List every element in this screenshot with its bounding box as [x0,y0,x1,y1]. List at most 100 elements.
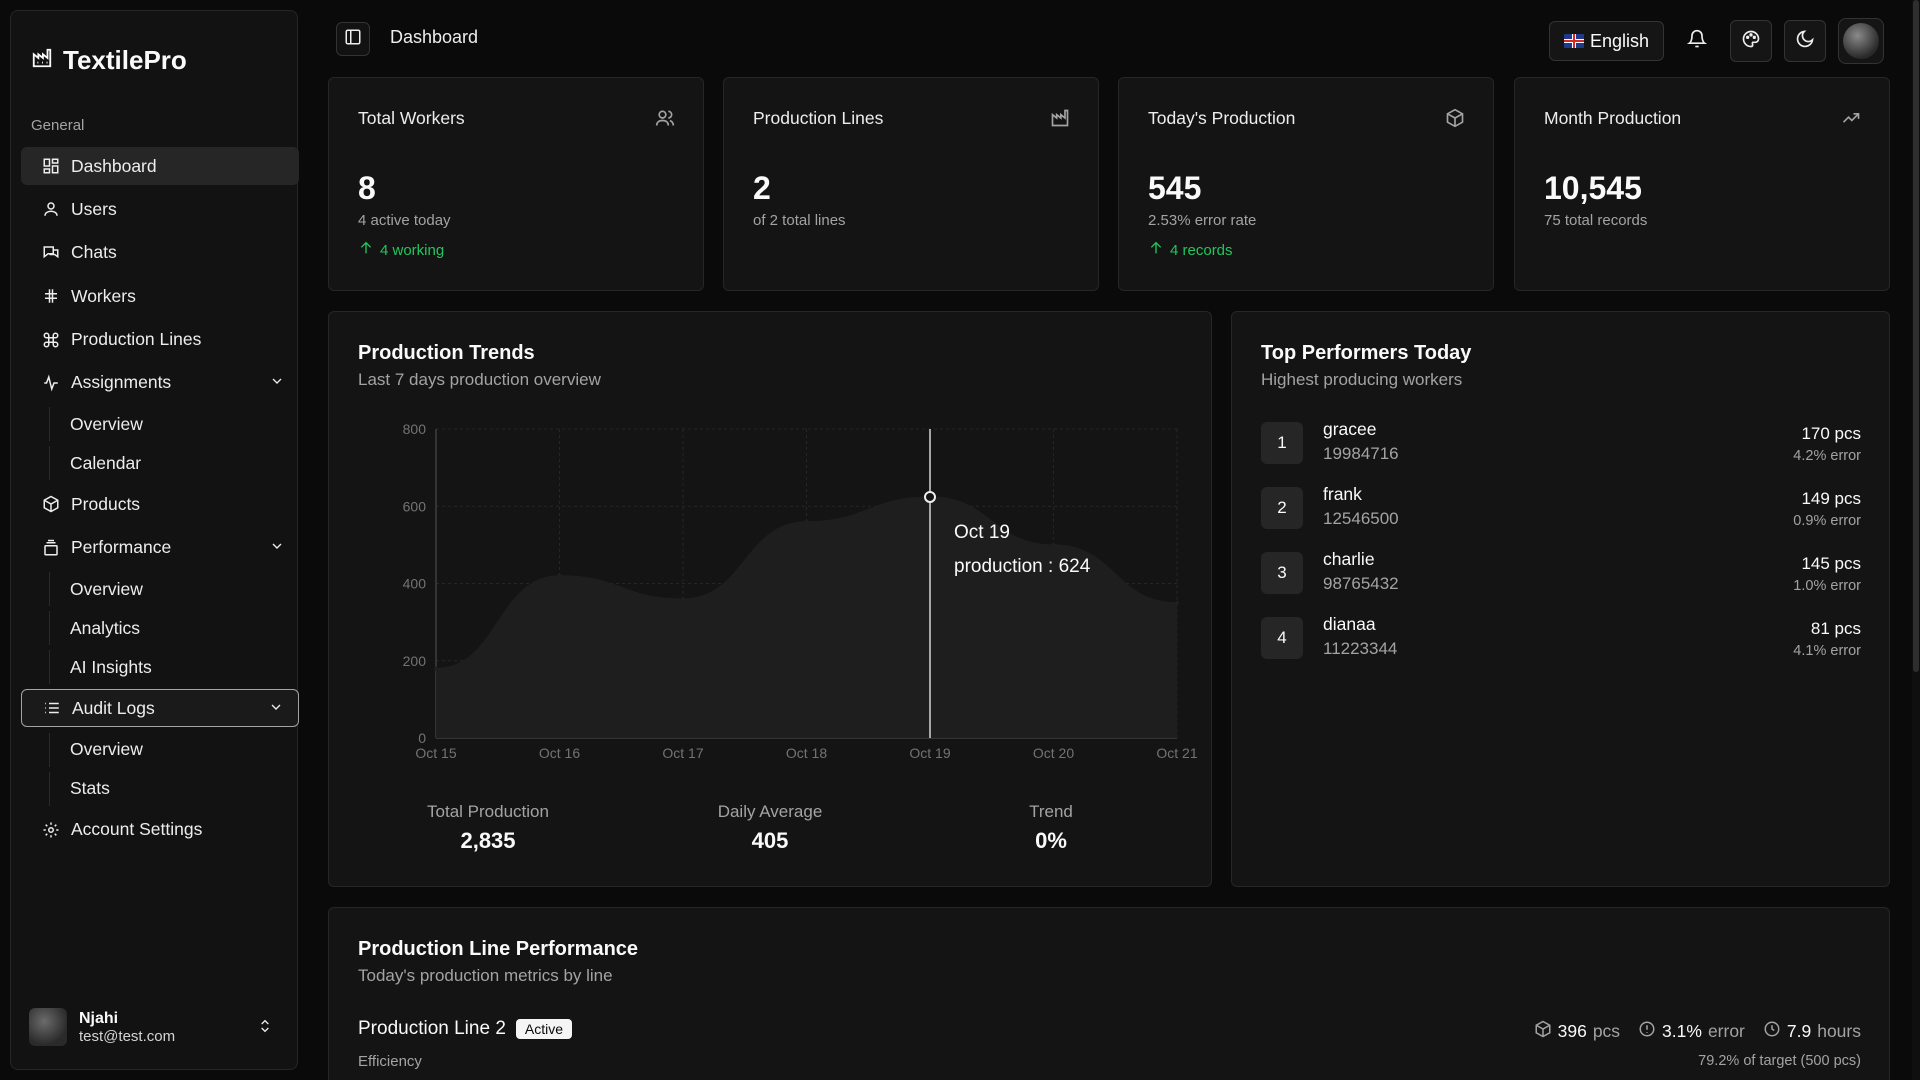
list-item[interactable]: 1 gracee 19984716 170 pcs 4.2% error [1261,419,1861,472]
stat-value: 2 [753,170,771,206]
stat-title: Today's Production [1148,108,1296,128]
sidebar-section-label: General [31,117,85,134]
chevron-down-icon[interactable] [269,373,285,394]
list-icon [42,698,62,718]
uk-flag-icon [1563,34,1584,48]
bell-icon [1686,29,1708,54]
sidebar-item-label: Performance [71,537,172,558]
stat-subtext: of 2 total lines [753,212,846,229]
moon-icon [1795,29,1815,54]
stat-subtext: 75 total records [1544,212,1648,229]
sidebar-item-label: Account Settings [71,819,203,840]
stat-card-todays-production: Today's Production 545 2.53% error rate … [1118,77,1494,291]
sidebar-item-label: Chats [71,242,117,263]
y-tick-label: 800 [403,421,427,437]
sidebar-item-label: Audit Logs [72,697,155,718]
worker-id: 98765432 [1323,574,1399,593]
rank-badge: 1 [1261,422,1303,464]
y-tick-label: 200 [403,653,427,669]
notifications-button[interactable] [1676,20,1718,62]
sidebar-subitem-audit-overview[interactable]: Overview [49,732,299,767]
x-tick-label: Oct 19 [909,745,950,761]
worker-pcs: 81 pcs [1810,619,1861,638]
target-text: 79.2% of target (500 pcs) [1698,1053,1861,1069]
sidebar-item-chats[interactable]: Chats [21,234,299,272]
worker-id: 11223344 [1323,639,1398,658]
stat-card-total-workers: Total Workers 8 4 active today 4 working [328,77,704,291]
trending-up-icon [1841,108,1861,133]
gear-icon [41,820,61,840]
sidebar-item-products[interactable]: Products [21,485,299,523]
worker-id: 12546500 [1323,509,1399,528]
worker-name: frank [1323,484,1362,504]
panel-left-icon [344,28,362,51]
summary-label: Daily Average [717,802,823,821]
data-point [434,666,438,671]
summary-value: 2,835 [460,828,516,853]
metric-value: 3.1% [1662,1021,1702,1041]
page-scrollbar[interactable] [1912,0,1920,1080]
sidebar-item-production-lines[interactable]: Production Lines [21,321,299,359]
chevron-down-icon[interactable] [268,699,284,720]
summary-trend: Trend 0% [951,802,1151,854]
list-item[interactable]: 4 dianaa 11223344 81 pcs 4.1% error [1261,614,1861,667]
list-item[interactable]: 3 charlie 98765432 145 pcs 1.0% error [1261,549,1861,602]
sidebar-subitem-assignments-overview[interactable]: Overview [49,407,299,442]
production-trends-chart[interactable]: 0 200 400 600 800 Oct 15 Oct 16 Oct 17 Oct 18 Oct… [329,312,1213,792]
sidebar-subitem-audit-stats[interactable]: Stats [49,771,299,806]
sidebar-subitem-assignments-calendar[interactable]: Calendar [49,446,299,481]
chevron-down-icon[interactable] [269,538,285,559]
sidebar-subitem-performance-ai-insights[interactable]: AI Insights [49,650,299,685]
sidebar-item-label: Products [71,493,141,514]
alert-circle-icon [1638,1020,1656,1043]
summary-daily-average: Daily Average 405 [670,802,870,854]
factory-icon [1050,108,1070,133]
sidebar-subitem-performance-overview[interactable]: Overview [49,572,299,607]
data-point [681,596,685,601]
brand[interactable]: TextilePro [31,45,187,76]
sidebar-item-assignments[interactable]: Assignments [21,364,299,402]
x-tick-label: Oct 18 [786,745,827,761]
production-line-row[interactable]: Production Line 2 Active [358,1018,573,1040]
list-item[interactable]: 2 frank 12546500 149 pcs 0.9% error [1261,484,1861,537]
sidebar-subitem-performance-analytics[interactable]: Analytics [49,611,299,646]
worker-error-rate: 0.9% error [1793,513,1861,529]
metric-value: 396 [1557,1021,1587,1041]
stat-subtext: 2.53% error rate [1148,212,1257,229]
y-tick-label: 0 [418,730,426,746]
sidebar-item-account-settings[interactable]: Account Settings [21,811,299,849]
metric-pcs: 396 pcs [1534,1020,1620,1043]
metric-hours: 7.9 hours [1763,1020,1861,1043]
sidebar-item-workers[interactable]: Workers [21,277,299,315]
sidebar-item-label: Dashboard [71,155,157,176]
tooltip-date: Oct 19 [954,522,1010,543]
worker-pcs: 145 pcs [1801,554,1861,573]
sidebar-item-users[interactable]: Users [21,190,299,228]
sidebar-user-menu[interactable]: Njahi test@test.com [29,1005,285,1049]
stat-value: 545 [1148,170,1202,206]
worker-pcs: 170 pcs [1801,424,1861,443]
dark-mode-button[interactable] [1784,20,1826,62]
chat-icon [41,243,61,263]
sidebar-item-dashboard[interactable]: Dashboard [21,147,299,185]
worker-error-rate: 1.0% error [1793,578,1861,594]
language-label: English [1589,30,1649,51]
user-avatar-button[interactable] [1838,18,1884,64]
sidebar-item-audit-logs[interactable]: Audit Logs [21,689,299,728]
worker-pcs: 149 pcs [1801,489,1861,508]
scrollbar-thumb[interactable] [1913,0,1919,672]
y-tick-label: 600 [403,498,427,514]
sidebar-item-performance[interactable]: Performance [21,529,299,567]
worker-name: charlie [1323,549,1375,569]
production-line-performance-card: Production Line Performance Today's prod… [328,907,1890,1080]
hover-point [924,490,936,503]
sidebar-toggle-button[interactable] [336,22,370,56]
language-selector[interactable]: English [1548,21,1664,61]
theme-palette-button[interactable] [1730,20,1772,62]
summary-value: 0% [1035,828,1067,853]
production-line-metrics: 396 pcs 3.1% error 7.9 hours [1534,1020,1861,1043]
arrow-up-icon [1148,240,1164,260]
stat-subtext: 4 active today [358,212,451,229]
factory-icon [31,47,53,74]
hash-icon [41,286,61,306]
